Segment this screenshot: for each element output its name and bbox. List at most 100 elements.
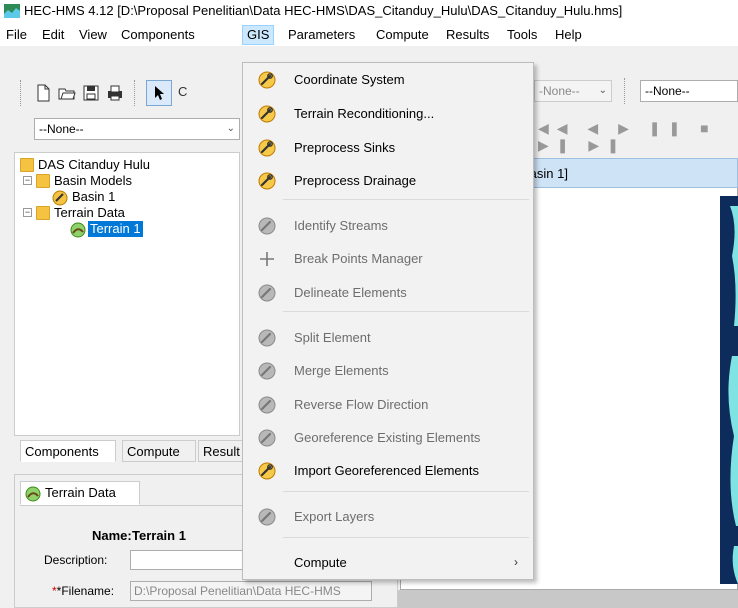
wrench-icon — [258, 217, 276, 235]
menu-item-label: Break Points Manager — [294, 251, 423, 266]
print-icon[interactable] — [106, 84, 124, 102]
tree-basin-1[interactable]: Basin 1 — [72, 189, 115, 205]
name-label: Name: — [92, 528, 132, 543]
menu-item-identify-streams[interactable]: Identify Streams — [244, 213, 532, 239]
menu-item-label: Export Layers — [294, 509, 375, 524]
menu-separator — [283, 199, 529, 200]
crosshair-icon — [260, 252, 274, 266]
name-value: Terrain 1 — [132, 528, 186, 543]
menu-item-label: Split Element — [294, 330, 371, 345]
wrench-icon — [258, 396, 276, 414]
menu-edit[interactable]: Edit — [38, 26, 68, 44]
open-folder-icon[interactable] — [58, 84, 76, 102]
collapse-icon[interactable]: − — [23, 208, 32, 217]
menu-item-label: Preprocess Drainage — [294, 173, 417, 188]
status-strip — [398, 590, 738, 608]
menu-file[interactable]: File — [2, 26, 31, 44]
tab-terrain-data-label: Terrain Data — [45, 485, 116, 500]
terrain-map-canvas[interactable] — [720, 196, 738, 584]
chevron-right-icon: › — [514, 555, 518, 569]
menu-item-import-georeferenced[interactable]: Import Georeferenced Elements — [244, 458, 532, 484]
menu-item-split-element[interactable]: Split Element — [244, 325, 532, 351]
tree-terrain-data[interactable]: Terrain Data — [54, 205, 125, 221]
toolbar-grip — [134, 80, 138, 106]
toolbar-combo-left-value: --None-- — [39, 122, 84, 136]
toolbar-grip — [624, 78, 628, 104]
menu-item-label: Reverse Flow Direction — [294, 397, 429, 412]
menu-parameters[interactable]: Parameters — [284, 26, 359, 44]
collapse-icon[interactable]: − — [23, 176, 32, 185]
menu-item-label: Terrain Reconditioning... — [294, 106, 435, 121]
gis-dropdown-menu: Coordinate System Terrain Reconditioning… — [242, 62, 534, 580]
wrench-icon — [258, 105, 276, 123]
menu-item-break-points-manager[interactable]: Break Points Manager — [244, 246, 532, 272]
wrench-icon — [258, 284, 276, 302]
menu-separator — [283, 537, 529, 538]
toolbar-combo-right-value: --None-- — [645, 84, 690, 98]
menu-item-compute-submenu[interactable]: Compute › — [244, 550, 532, 576]
wrench-icon — [258, 139, 276, 157]
tool-icon-partial[interactable]: C — [178, 84, 187, 99]
toolbar-combo-right[interactable]: --None-- — [640, 80, 738, 102]
wrench-icon — [258, 362, 276, 380]
menu-item-export-layers[interactable]: Export Layers — [244, 504, 532, 530]
tree-root-label[interactable]: DAS Citanduy Hulu — [38, 157, 150, 173]
chevron-down-icon: ⌄ — [598, 85, 607, 96]
media-controls: ◀◀ ◀ ▶ ❚❚ ■ ▶❚ ▶❚ — [538, 120, 717, 153]
folder-icon — [20, 158, 34, 172]
tab-results[interactable]: Result — [198, 440, 246, 462]
menu-gis[interactable]: GIS — [242, 25, 275, 45]
terrain-icon — [70, 222, 86, 238]
menu-item-delineate-elements[interactable]: Delineate Elements — [244, 280, 532, 306]
terrain-icon — [25, 486, 41, 502]
wrench-icon — [258, 71, 276, 89]
menu-help[interactable]: Help — [551, 26, 586, 44]
description-field[interactable] — [130, 550, 246, 570]
hec-hms-app-icon — [4, 4, 20, 18]
menu-results[interactable]: Results — [442, 26, 493, 44]
menu-separator — [283, 311, 529, 312]
menu-item-label: Delineate Elements — [294, 285, 407, 300]
folder-icon — [36, 206, 50, 220]
tab-components[interactable]: Components — [20, 440, 116, 462]
description-label: Description: — [44, 553, 108, 567]
menu-view[interactable]: View — [75, 26, 111, 44]
toolbar-combo-left[interactable]: --None-- ⌄ — [34, 118, 240, 140]
menu-item-label: Import Georeferenced Elements — [294, 463, 479, 478]
filename-label: **Filename: — [52, 584, 114, 598]
filename-label-text: *Filename: — [56, 584, 115, 598]
tab-terrain-data[interactable]: Terrain Data — [20, 481, 140, 505]
window-title: HEC-HMS 4.12 [D:\Proposal Penelitian\Dat… — [24, 3, 623, 18]
title-bar: HEC-HMS 4.12 [D:\Proposal Penelitian\Dat… — [0, 0, 738, 22]
folder-icon — [36, 174, 50, 188]
toolbar-combo-mid-value: -None-- — [539, 84, 580, 98]
wrench-icon — [258, 462, 276, 480]
menu-compute[interactable]: Compute — [372, 26, 433, 44]
tree-basin-models[interactable]: Basin Models — [54, 173, 132, 189]
new-file-icon[interactable] — [34, 84, 52, 102]
menu-item-reverse-flow-direction[interactable]: Reverse Flow Direction — [244, 392, 532, 418]
tab-compute[interactable]: Compute — [122, 440, 196, 462]
toolbar-combo-mid[interactable]: -None-- ⌄ — [534, 80, 612, 102]
menu-tools[interactable]: Tools — [503, 26, 541, 44]
menu-item-label: Coordinate System — [294, 72, 405, 87]
wrench-icon — [258, 172, 276, 190]
arrow-tool-button[interactable] — [146, 80, 172, 106]
menu-item-label: Preprocess Sinks — [294, 140, 396, 155]
menu-item-merge-elements[interactable]: Merge Elements — [244, 358, 532, 384]
menu-item-coordinate-system[interactable]: Coordinate System — [244, 67, 532, 93]
cursor-arrow-icon — [155, 86, 164, 100]
save-icon[interactable] — [82, 84, 100, 102]
wrench-icon — [258, 329, 276, 347]
menu-components[interactable]: Components — [117, 26, 199, 44]
basin-model-icon — [52, 190, 68, 206]
menu-item-georeference-existing[interactable]: Georeference Existing Elements — [244, 425, 532, 451]
menu-item-terrain-reconditioning[interactable]: Terrain Reconditioning... — [244, 101, 532, 127]
tree-terrain-1[interactable]: Terrain 1 — [88, 221, 143, 237]
wrench-icon — [258, 429, 276, 447]
toolbar-grip — [20, 80, 24, 106]
menu-item-preprocess-drainage[interactable]: Preprocess Drainage — [244, 168, 532, 194]
filename-field[interactable]: D:\Proposal Penelitian\Data HEC-HMS — [130, 581, 372, 601]
menu-item-preprocess-sinks[interactable]: Preprocess Sinks — [244, 135, 532, 161]
menu-item-label: Georeference Existing Elements — [294, 430, 481, 445]
